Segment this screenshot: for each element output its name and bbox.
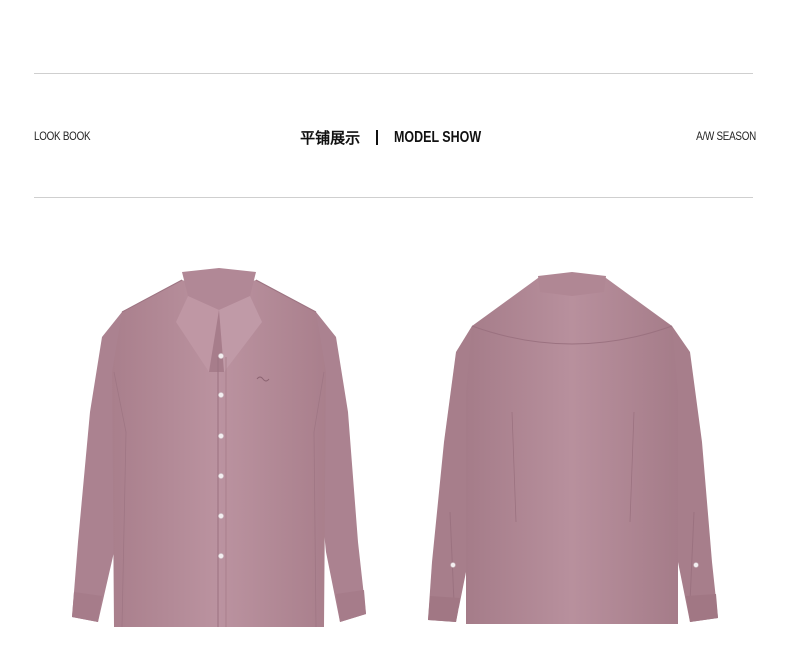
section-header: LOOK BOOK 平铺展示 MODEL SHOW A/W SEASON bbox=[0, 127, 790, 149]
section-title-en: MODEL SHOW bbox=[394, 128, 482, 146]
section-title: 平铺展示 MODEL SHOW bbox=[0, 127, 790, 148]
shirt-front-image bbox=[64, 262, 374, 634]
shirt-back-image bbox=[420, 262, 725, 634]
bottom-divider bbox=[34, 197, 753, 198]
shirt-front-icon bbox=[72, 268, 366, 628]
top-divider bbox=[34, 73, 753, 74]
title-separator bbox=[376, 130, 379, 145]
section-title-cn: 平铺展示 bbox=[300, 129, 361, 147]
season-label: A/W SEASON bbox=[696, 129, 756, 143]
shirt-back-icon bbox=[428, 272, 718, 624]
